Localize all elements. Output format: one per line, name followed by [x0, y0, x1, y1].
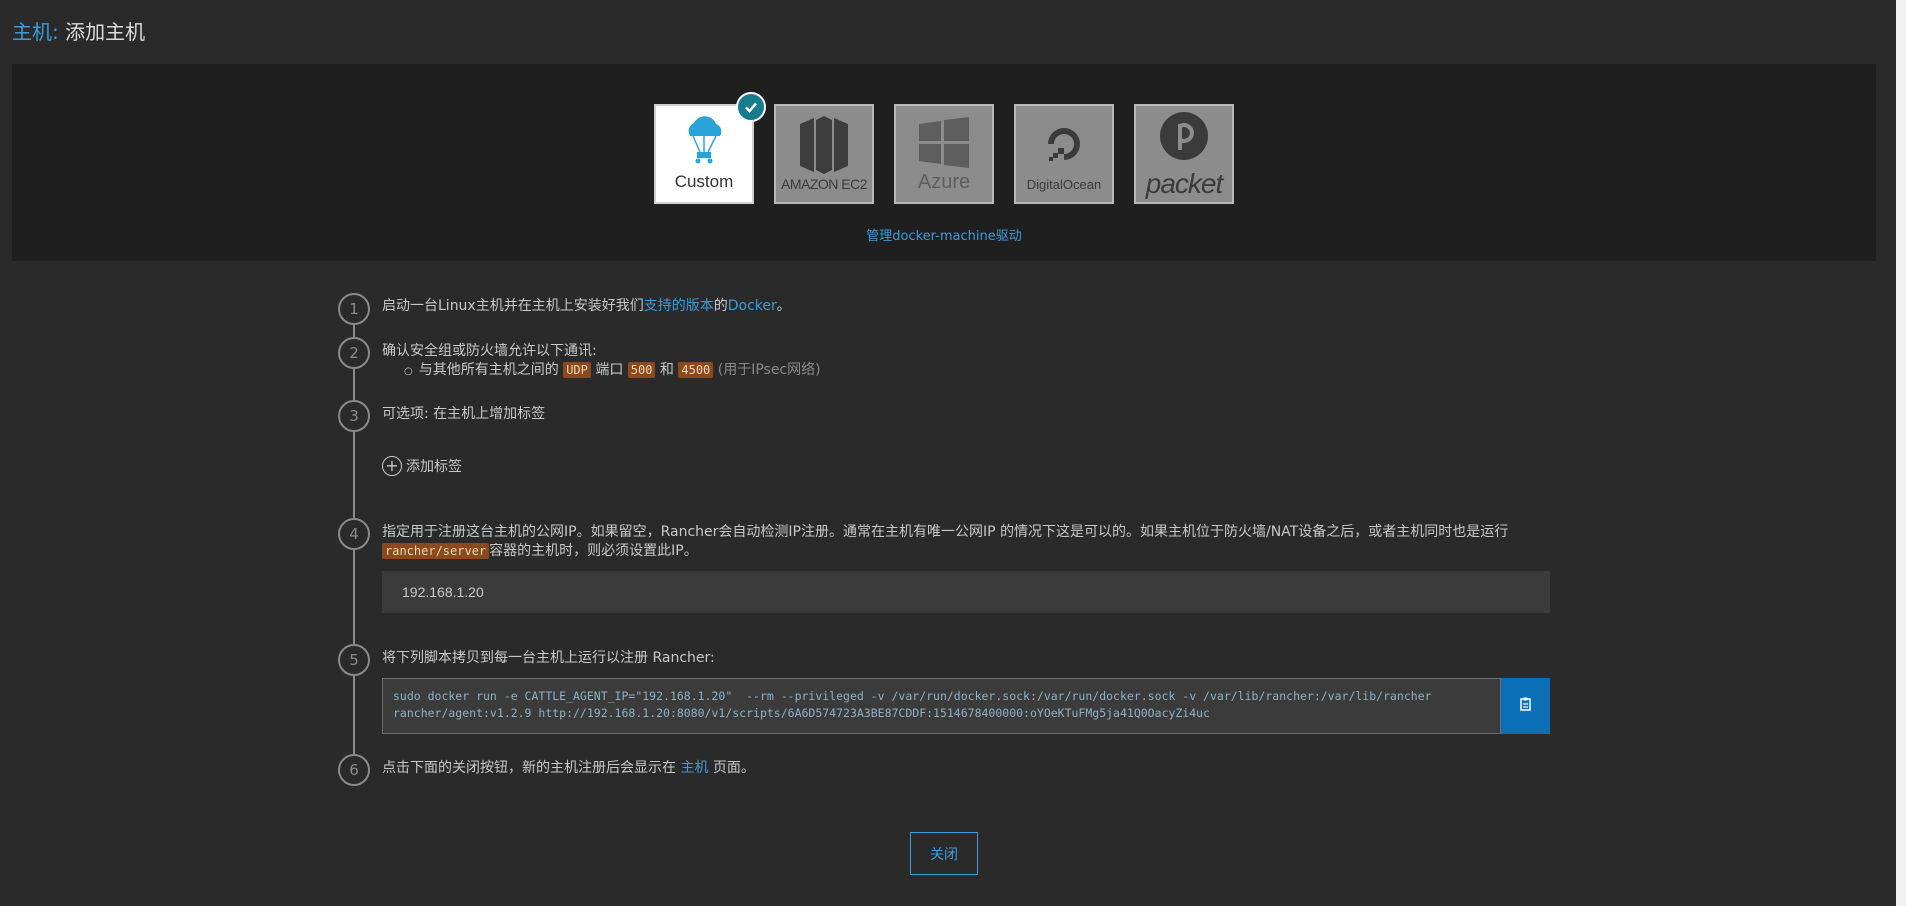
driver-custom[interactable]: Custom — [654, 92, 766, 204]
packet-icon — [1158, 110, 1210, 166]
step-5-text: 将下列脚本拷贝到每一台主机上运行以注册 Rancher: — [382, 650, 715, 666]
step-2-text: 确认安全组或防火墙允许以下通讯: ○ 与其他所有主机之间的 UDP 端口 500 … — [382, 342, 821, 381]
driver-packet[interactable]: packet — [1134, 104, 1234, 204]
driver-panel: Custom AMAZON EC2 Azure DigitalOcean pac… — [12, 64, 1876, 261]
public-ip-input[interactable] — [382, 571, 1550, 613]
page-title: 主机: 添加主机 — [12, 16, 145, 45]
port-tag: 4500 — [678, 362, 714, 378]
port-tag: 500 — [627, 362, 656, 378]
step-3-text: 可选项: 在主机上增加标签 — [382, 406, 546, 422]
step-number: 4 — [338, 518, 370, 550]
driver-label: packet — [1145, 168, 1223, 199]
copy-button[interactable] — [1501, 678, 1550, 734]
add-label-text: 添加标签 — [406, 459, 462, 475]
driver-label: Azure — [917, 171, 971, 193]
driver-list: Custom AMAZON EC2 Azure DigitalOcean pac… — [12, 92, 1876, 204]
manage-drivers-link[interactable]: 管理docker-machine驱动 — [12, 225, 1876, 244]
step-1-text: 启动一台Linux主机并在主机上安装好我们支持的版本的Docker。 — [382, 298, 791, 314]
supported-versions-link[interactable]: 支持的版本 — [644, 298, 714, 314]
rancher-server-tag: rancher/server — [382, 543, 490, 559]
digitalocean-icon — [1044, 124, 1084, 168]
registration-command[interactable]: sudo docker run -e CATTLE_AGENT_IP="192.… — [382, 678, 1501, 734]
step-6-text: 点击下面的关闭按钮，新的主机注册后会显示在 主机 页面。 — [382, 760, 755, 776]
driver-label: Custom — [674, 172, 734, 191]
step-number: 1 — [338, 293, 370, 325]
step-number: 3 — [338, 400, 370, 432]
step-number: 5 — [338, 644, 370, 676]
step-number: 6 — [338, 754, 370, 786]
breadcrumb[interactable]: 主机: — [12, 20, 59, 44]
step-4-text: 指定用于注册这台主机的公网IP。如果留空，Rancher会自动检测IP注册。通常… — [382, 524, 1509, 559]
udp-tag: UDP — [563, 362, 591, 378]
checkmark-icon — [736, 92, 766, 122]
firewall-rule-item: ○ 与其他所有主机之间的 UDP 端口 500 和 4500 (用于IPsec网络… — [404, 362, 821, 378]
amazon-ec2-icon — [796, 114, 852, 180]
docker-link[interactable]: Docker — [728, 298, 777, 314]
add-label-button[interactable]: + 添加标签 — [382, 456, 462, 476]
plus-circle-icon: + — [382, 456, 402, 476]
driver-amazon-ec2[interactable]: AMAZON EC2 — [774, 104, 874, 204]
driver-digitalocean[interactable]: DigitalOcean — [1014, 104, 1114, 204]
cloud-parachute-icon — [682, 114, 726, 170]
driver-label: DigitalOcean — [1026, 177, 1102, 192]
driver-azure[interactable]: Azure — [894, 104, 994, 204]
clipboard-icon — [1518, 696, 1534, 716]
step-number: 2 — [338, 337, 370, 369]
scrollbar[interactable] — [1896, 0, 1906, 906]
page-title-text: 添加主机 — [65, 20, 146, 44]
close-button[interactable]: 关闭 — [910, 832, 978, 875]
hosts-link[interactable]: 主机 — [680, 760, 708, 776]
azure-windows-icon — [917, 116, 971, 174]
